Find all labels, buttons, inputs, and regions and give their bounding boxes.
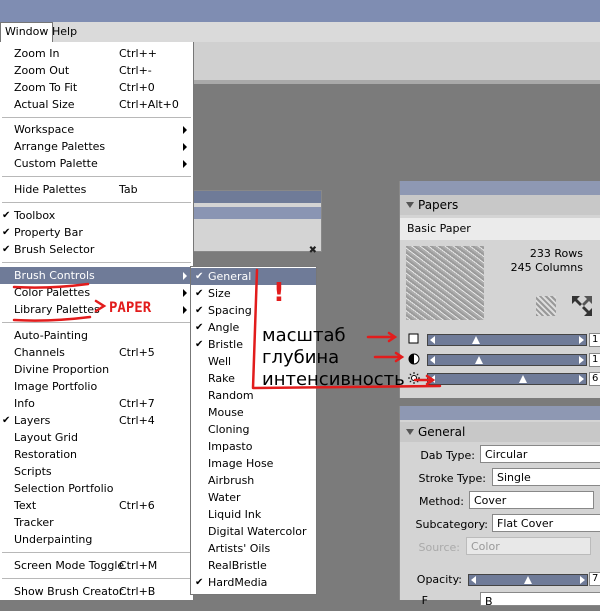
underline-library-palettes (12, 315, 92, 322)
arrow-intensity (413, 374, 436, 386)
bracket-mark (251, 268, 442, 390)
arrow-depth (373, 351, 405, 363)
underline-brush-controls (12, 282, 90, 289)
arrow-scale (366, 331, 398, 343)
arrow-to-paper (94, 299, 107, 313)
annotation-marks (12, 268, 442, 390)
